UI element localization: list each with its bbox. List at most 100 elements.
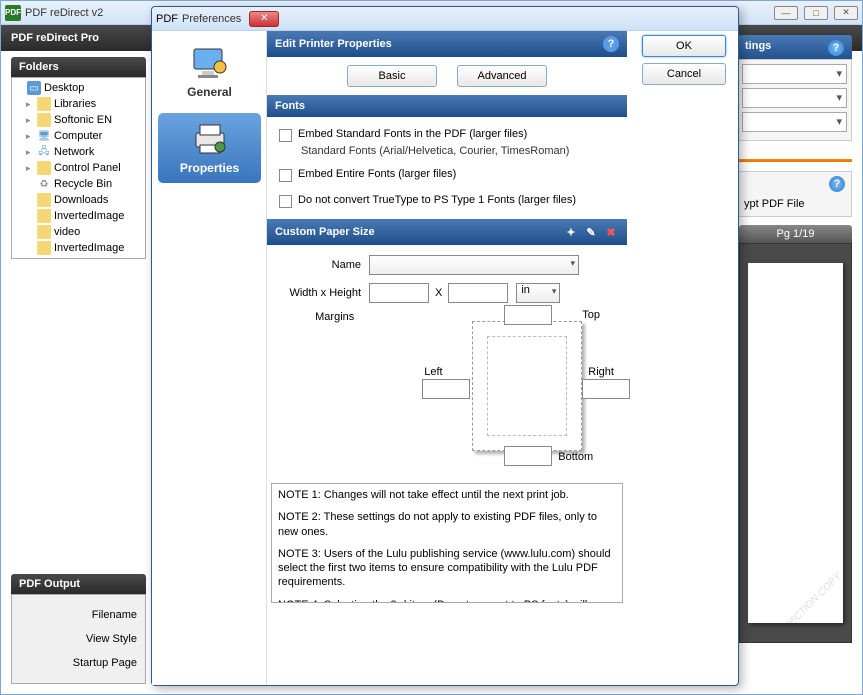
help-icon[interactable]: ? (828, 40, 844, 56)
note-3: NOTE 3: Users of the Lulu publishing ser… (278, 547, 616, 590)
x-label: X (429, 287, 448, 299)
tree-item-label: Libraries (54, 98, 96, 110)
margins-label: Margins (279, 311, 362, 323)
monitor-icon (190, 45, 230, 81)
tree-item-label: Recycle Bin (54, 178, 112, 190)
bottom-label: Bottom (558, 451, 593, 463)
nav-general[interactable]: General (158, 37, 261, 107)
tree-item[interactable]: InvertedImage (14, 208, 143, 224)
tree-item[interactable]: ♻Recycle Bin (14, 176, 143, 192)
settings-dropdown-2[interactable] (742, 88, 847, 108)
settings-body (737, 59, 852, 141)
name-select[interactable] (369, 255, 579, 275)
settings-dropdown-1[interactable] (742, 64, 847, 84)
top-margin-input[interactable] (504, 305, 552, 325)
height-input[interactable] (448, 283, 508, 303)
tree-item[interactable]: ▸Control Panel (14, 160, 143, 176)
tab-row: Basic Advanced (267, 57, 627, 95)
nav-properties-label: Properties (180, 161, 239, 175)
maximize-button[interactable]: □ (804, 6, 828, 20)
nav-properties[interactable]: Properties (158, 113, 261, 183)
folder-icon (37, 113, 51, 127)
checkbox-no-convert[interactable] (279, 195, 292, 208)
tree-item-label: Softonic EN (54, 114, 112, 126)
tree-item[interactable]: ▸🖥Computer (14, 128, 143, 144)
expand-icon[interactable]: ▸ (26, 147, 34, 158)
desktop-icon: ▭ (27, 81, 41, 95)
checkbox-embed-entire[interactable] (279, 169, 292, 182)
computer-icon: 🖥 (37, 129, 51, 143)
edit-icon[interactable]: ✎ (583, 224, 599, 240)
expand-icon[interactable]: ▸ (26, 163, 34, 174)
tree-item[interactable]: video (14, 224, 143, 240)
pdf-output-panel: PDF Output Filename View Style Startup P… (11, 574, 146, 684)
font-opt2-label: Embed Entire Fonts (larger files) (298, 168, 456, 180)
custom-body: Name Width x Height X in Margins (267, 245, 627, 479)
font-opt3-label: Do not convert TrueType to PS Type 1 Fon… (298, 194, 576, 206)
tree-item-label: InvertedImage (54, 210, 124, 222)
width-input[interactable] (369, 283, 429, 303)
main-title: PDF reDirect v2 (25, 7, 103, 19)
unit-select[interactable]: in (516, 283, 560, 303)
encrypt-label: ypt PDF File (744, 192, 845, 210)
font-opt2-row: Embed Entire Fonts (larger files) (279, 165, 615, 185)
help-icon[interactable]: ? (603, 36, 619, 52)
dialog-close-button[interactable]: ✕ (249, 11, 279, 27)
right-margin-input[interactable] (582, 379, 630, 399)
dialog-title: Preferences (182, 13, 241, 25)
tree-item[interactable]: InvertedImage (14, 240, 143, 256)
preferences-dialog: PDF Preferences ✕ General Properties O (151, 6, 739, 686)
new-icon[interactable]: ✦ (563, 224, 579, 240)
custom-paper-header: Custom Paper Size ✦ ✎ ✖ (267, 219, 627, 245)
watermark: INSPECTION COPY (770, 571, 843, 623)
left-margin-input[interactable] (422, 379, 470, 399)
checkbox-embed-standard[interactable] (279, 129, 292, 142)
settings-dropdown-3[interactable] (742, 112, 847, 132)
note-1: NOTE 1: Changes will not take effect unt… (278, 488, 616, 502)
help-icon[interactable]: ? (829, 176, 845, 192)
tree-item[interactable]: ▸🖧Network (14, 144, 143, 160)
pdf-output-header: PDF Output (11, 574, 146, 594)
folder-icon (37, 241, 51, 255)
top-label: Top (582, 309, 600, 321)
tree-item-label: Network (54, 146, 94, 158)
tab-advanced[interactable]: Advanced (457, 65, 547, 87)
expand-icon[interactable]: ▸ (26, 99, 34, 110)
tree-item[interactable]: ▭Desktop (14, 80, 143, 96)
font-opt1-row: Embed Standard Fonts in the PDF (larger … (279, 125, 615, 145)
bottom-margin-input[interactable] (504, 446, 552, 466)
tab-basic[interactable]: Basic (347, 65, 437, 87)
notes-box[interactable]: NOTE 1: Changes will not take effect unt… (271, 483, 623, 603)
nav-general-label: General (187, 85, 232, 99)
network-icon: 🖧 (37, 145, 51, 159)
minimize-button[interactable]: — (774, 6, 798, 20)
page-indicator: Pg 1/19 (739, 225, 852, 243)
folders-tree[interactable]: ▭Desktop ▸ Libraries ▸ Softonic EN ▸🖥Computer… (11, 77, 146, 259)
app-header-label: PDF reDirect Pro (11, 32, 99, 44)
cancel-button[interactable]: Cancel (642, 63, 726, 85)
encrypt-section: ? ypt PDF File (737, 171, 852, 217)
tree-item[interactable]: ▸ Softonic EN (14, 112, 143, 128)
wh-label: Width x Height (279, 287, 369, 299)
fonts-header: Fonts (267, 95, 627, 117)
folder-icon (37, 193, 51, 207)
tree-item[interactable]: Downloads (14, 192, 143, 208)
folders-header: Folders (11, 57, 146, 77)
expand-icon[interactable]: ▸ (26, 131, 34, 142)
delete-icon[interactable]: ✖ (603, 224, 619, 240)
tree-item-label: InvertedImage (54, 242, 124, 254)
content-panel: OK Cancel Edit Printer Properties ? Basi… (267, 31, 738, 685)
ok-button[interactable]: OK (642, 35, 726, 57)
expand-icon[interactable]: ▸ (26, 115, 34, 126)
font-opt1-label: Embed Standard Fonts in the PDF (larger … (298, 128, 527, 140)
app-icon: PDF (5, 5, 21, 21)
view-style-label: View Style (16, 627, 141, 651)
close-button[interactable]: ✕ (834, 6, 858, 20)
tree-item[interactable]: ▸ Libraries (14, 96, 143, 112)
dialog-titlebar[interactable]: PDF Preferences ✕ (152, 7, 738, 31)
margin-diagram: Top Left Right Bottom (422, 311, 615, 461)
tree-item-label: video (54, 226, 80, 238)
filename-label: Filename (16, 603, 141, 627)
folder-icon (37, 97, 51, 111)
tree-item-label: Desktop (44, 82, 84, 94)
